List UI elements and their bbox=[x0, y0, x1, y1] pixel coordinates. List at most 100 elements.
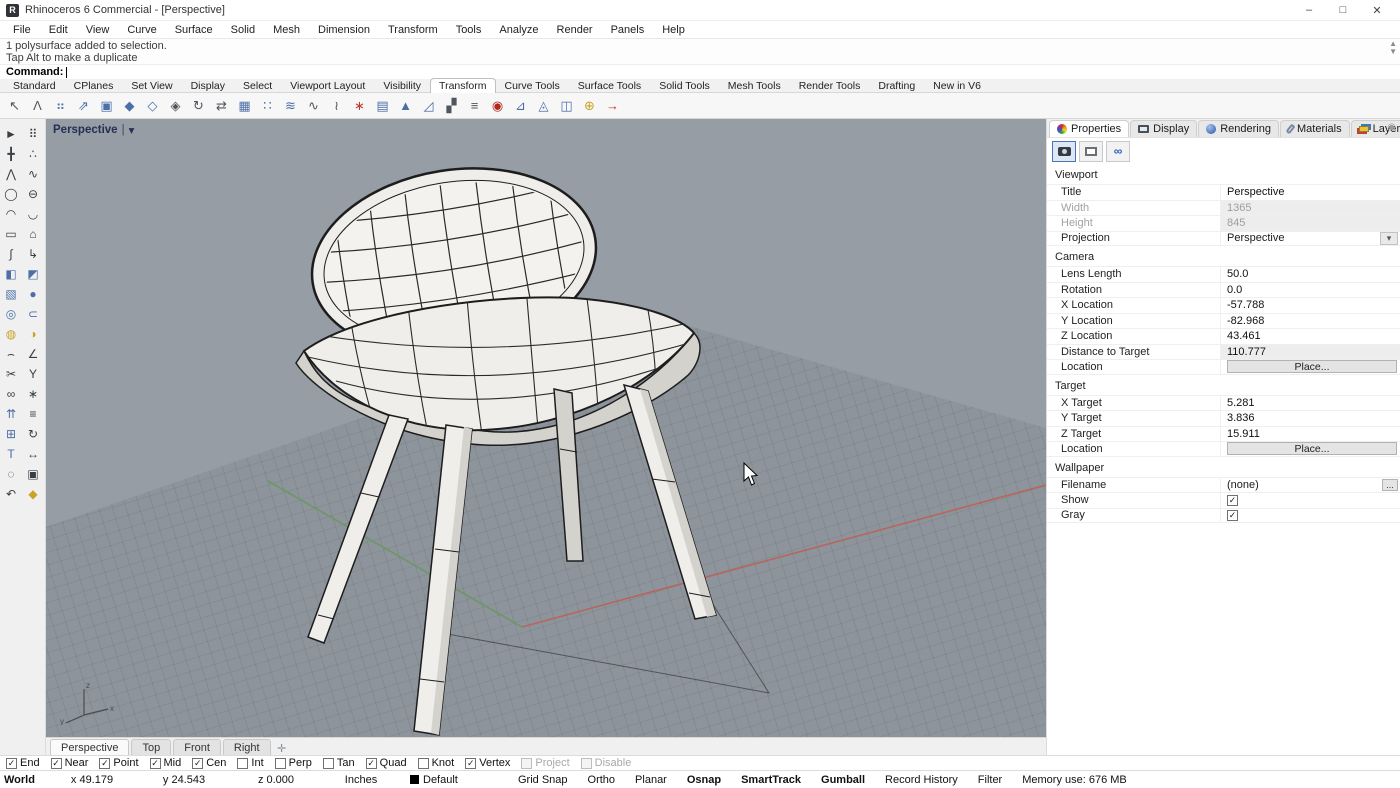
toolbar-tab[interactable]: Select bbox=[234, 78, 281, 92]
checkbox-icon[interactable] bbox=[237, 758, 248, 769]
checkbox-icon[interactable] bbox=[323, 758, 334, 769]
grid-snap-toggle[interactable]: Grid Snap bbox=[508, 774, 578, 786]
detail-properties-button[interactable] bbox=[1079, 141, 1103, 162]
chevron-down-icon[interactable]: ▾ bbox=[1380, 232, 1398, 245]
offset-icon[interactable]: ≡ bbox=[23, 404, 44, 424]
panel-tab[interactable]: Properties bbox=[1049, 120, 1129, 137]
viewport-properties-button[interactable] bbox=[1052, 141, 1076, 162]
rectangle-icon[interactable]: ▭ bbox=[1, 224, 22, 244]
arc-blend-icon[interactable]: ◡ bbox=[23, 204, 44, 224]
osnap-toggle-item[interactable]: End bbox=[6, 757, 40, 769]
gumball-icon[interactable]: ◈ bbox=[165, 95, 186, 116]
sweep-icon[interactable]: ◆ bbox=[23, 484, 44, 504]
projection-select[interactable]: Perspective ▾ bbox=[1227, 232, 1400, 245]
toolbar-tab[interactable]: Solid Tools bbox=[650, 78, 719, 92]
curve-tools-icon[interactable]: ∫ bbox=[1, 244, 22, 264]
surface-corner-icon[interactable]: ◩ bbox=[23, 264, 44, 284]
circle-icon[interactable]: ◯ bbox=[1, 184, 22, 204]
taper-icon[interactable]: ▲ bbox=[395, 95, 416, 116]
viewport-tab[interactable]: Right bbox=[223, 739, 271, 755]
boss-icon[interactable]: ◫ bbox=[556, 95, 577, 116]
gumball-toggle[interactable]: Gumball bbox=[811, 774, 875, 786]
property-value[interactable]: 5.281 bbox=[1227, 397, 1400, 409]
toolbar-tab[interactable]: Set View bbox=[122, 78, 181, 92]
project-icon[interactable]: ≡ bbox=[464, 95, 485, 116]
viewport-canvas[interactable]: Perspective | ▾ z x y bbox=[46, 119, 1046, 737]
lock-icon[interactable]: ▣ bbox=[23, 464, 44, 484]
osnap-toggle-item[interactable]: Point bbox=[99, 757, 138, 769]
curve-icon[interactable]: ∿ bbox=[23, 164, 44, 184]
osnap-toggle-item[interactable]: Tan bbox=[323, 757, 355, 769]
osnap-toggle-item[interactable]: Project bbox=[521, 757, 569, 769]
menu-item[interactable]: Dimension bbox=[309, 24, 379, 36]
property-value[interactable]: Perspective bbox=[1227, 186, 1400, 198]
maelstrom-icon[interactable]: ∗ bbox=[349, 95, 370, 116]
close-button[interactable]: ✕ bbox=[1360, 1, 1394, 20]
smash-icon[interactable]: ▞ bbox=[441, 95, 462, 116]
arc-icon[interactable]: ◠ bbox=[1, 204, 22, 224]
explode-icon[interactable]: ∗ bbox=[23, 384, 44, 404]
minimize-button[interactable]: – bbox=[1292, 1, 1326, 20]
array-icon[interactable]: ⊞ bbox=[1, 424, 22, 444]
torus-icon[interactable]: ◎ bbox=[1, 304, 22, 324]
osnap-toggle[interactable]: Osnap bbox=[677, 774, 731, 786]
property-value[interactable]: -82.968 bbox=[1227, 315, 1400, 327]
set-points-icon[interactable]: → bbox=[602, 95, 623, 116]
x-coordinate[interactable]: x 49.179 bbox=[46, 774, 138, 786]
scale-icon[interactable]: ▣ bbox=[96, 95, 117, 116]
y-coordinate[interactable]: y 24.543 bbox=[138, 774, 230, 786]
place-button[interactable]: Place... bbox=[1227, 360, 1397, 373]
undo-view-icon[interactable]: ↶ bbox=[1, 484, 22, 504]
move-icon[interactable]: ↖ bbox=[4, 95, 25, 116]
property-value[interactable]: 845 bbox=[1221, 216, 1400, 231]
cage-edit-icon[interactable]: ▤ bbox=[372, 95, 393, 116]
menu-item[interactable]: Tools bbox=[447, 24, 491, 36]
ortho-toggle[interactable]: Ortho bbox=[578, 774, 626, 786]
extrude-icon[interactable]: ⇈ bbox=[1, 404, 22, 424]
menu-item[interactable]: Analyze bbox=[490, 24, 547, 36]
menu-item[interactable]: Surface bbox=[166, 24, 222, 36]
fillet-icon[interactable]: ⌢ bbox=[1, 344, 22, 364]
menu-item[interactable]: Mesh bbox=[264, 24, 309, 36]
rotate-3d-icon[interactable]: ↻ bbox=[188, 95, 209, 116]
orient-icon[interactable]: Λ bbox=[27, 95, 48, 116]
checkbox-icon[interactable] bbox=[192, 758, 203, 769]
array-polar-icon[interactable]: ∷ bbox=[257, 95, 278, 116]
property-value[interactable]: 3.836 bbox=[1227, 412, 1400, 424]
property-checkbox[interactable] bbox=[1227, 494, 1238, 506]
array-rect-icon[interactable]: ▦ bbox=[234, 95, 255, 116]
property-value[interactable]: 43.461 bbox=[1227, 330, 1400, 342]
panel-tab[interactable]: Materials bbox=[1280, 120, 1350, 137]
osnap-toggle-item[interactable]: Mid bbox=[150, 757, 182, 769]
checkbox-icon[interactable] bbox=[418, 758, 429, 769]
checkbox-icon[interactable] bbox=[1227, 495, 1238, 506]
ellipse-icon[interactable]: ⊖ bbox=[23, 184, 44, 204]
toolbar-tab[interactable]: Surface Tools bbox=[569, 78, 650, 92]
property-value[interactable]: 0.0 bbox=[1227, 284, 1400, 296]
checkbox-icon[interactable] bbox=[51, 758, 62, 769]
menu-item[interactable]: File bbox=[4, 24, 40, 36]
osnap-toggle-item[interactable]: Vertex bbox=[465, 757, 510, 769]
viewport-title-menu[interactable]: Perspective | ▾ bbox=[53, 123, 134, 137]
menu-item[interactable]: View bbox=[77, 24, 119, 36]
panel-tab[interactable]: Display bbox=[1130, 120, 1197, 137]
toolbar-tab[interactable]: Render Tools bbox=[790, 78, 870, 92]
stretch-icon[interactable]: ⊿ bbox=[510, 95, 531, 116]
dimension-icon[interactable]: ↔ bbox=[23, 444, 44, 464]
record-history-toggle[interactable]: Record History bbox=[875, 774, 968, 786]
panel-options-icon[interactable]: ◉ bbox=[1387, 122, 1396, 133]
checkbox-icon[interactable] bbox=[465, 758, 476, 769]
scroll-down-icon[interactable]: ▼ bbox=[1389, 48, 1397, 56]
viewport-tab[interactable]: Front bbox=[173, 739, 221, 755]
sphere-icon[interactable]: ● bbox=[23, 284, 44, 304]
orient-surface-icon[interactable]: ◇ bbox=[142, 95, 163, 116]
panel-tab[interactable]: Rendering bbox=[1198, 120, 1279, 137]
toolbar-tab[interactable]: Curve Tools bbox=[496, 78, 569, 92]
select-icon[interactable]: ► bbox=[1, 124, 22, 144]
chamfer-icon[interactable]: ∠ bbox=[23, 344, 44, 364]
toolbar-tab[interactable]: Viewport Layout bbox=[281, 78, 374, 92]
checkbox-icon[interactable] bbox=[6, 758, 17, 769]
toolbar-tab[interactable]: Transform bbox=[430, 78, 495, 93]
boolean-difference-icon[interactable]: ◑ bbox=[23, 324, 44, 344]
point-icon[interactable]: ╋ bbox=[1, 144, 22, 164]
